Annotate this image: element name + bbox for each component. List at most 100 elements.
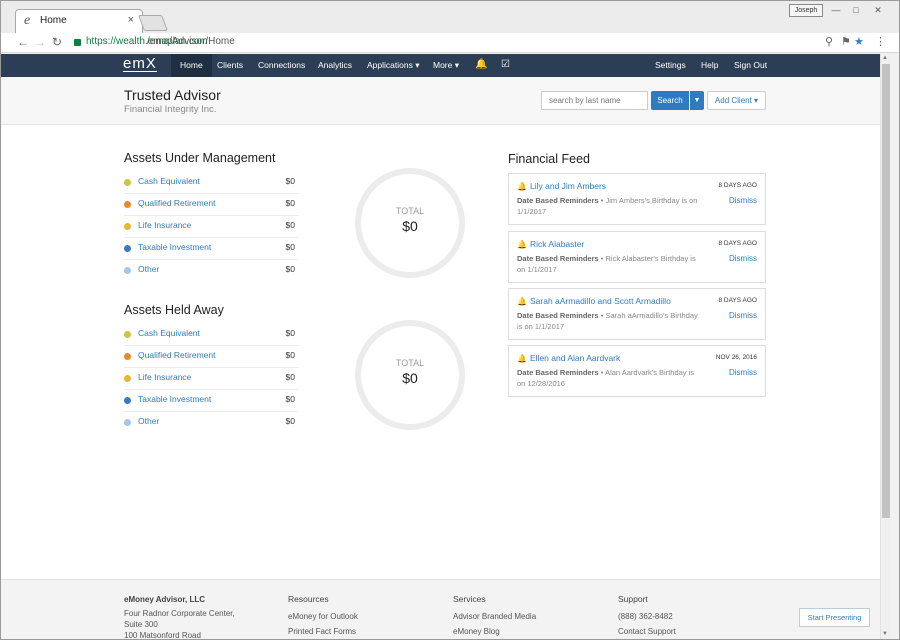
notifications-bell-icon[interactable]: 🔔 — [475, 59, 487, 70]
close-window-icon[interactable]: ✕ — [869, 4, 887, 17]
other-dot-icon — [124, 419, 131, 426]
footer-support: Support (888) 362-8482 Contact Support — [618, 594, 676, 639]
nav-settings[interactable]: Settings — [655, 54, 686, 77]
feed-type: Date Based Reminders — [517, 196, 599, 205]
scrollbar[interactable]: ▲ ▼ — [880, 54, 890, 639]
search-button[interactable]: Search — [651, 91, 689, 110]
away-total-donut: TOTAL $0 — [355, 320, 465, 430]
page-title: Trusted Advisor — [124, 87, 221, 103]
away-row-taxable: Taxable Investment $0 — [124, 390, 299, 412]
scroll-up-icon[interactable]: ▲ — [882, 55, 888, 61]
away-row-retirement: Qualified Retirement $0 — [124, 346, 299, 368]
new-tab-button[interactable] — [138, 15, 168, 31]
feed-message: Date Based Reminders • Sarah aArmadillo'… — [517, 310, 703, 332]
app-navbar: emX Home Clients Connections Analytics A… — [1, 54, 880, 77]
footer-link[interactable]: eMoney for Outlook — [288, 611, 358, 622]
browser-window: e Home × Joseph — □ ✕ ← → ↻ https://weal… — [0, 0, 900, 640]
footer-link[interactable]: Contact Support — [618, 626, 676, 637]
footer-link[interactable]: eMoney Blog — [453, 626, 536, 637]
nav-home[interactable]: Home — [171, 54, 212, 77]
cash-dot-icon — [124, 179, 131, 186]
nav-connections[interactable]: Connections — [258, 54, 305, 77]
back-arrow-icon[interactable]: ← — [17, 35, 29, 49]
feed-type: Date Based Reminders — [517, 311, 599, 320]
feed-card: 🔔 Lily and Jim Ambers 8 DAYS AGO Date Ba… — [508, 173, 766, 225]
dismiss-link[interactable]: Dismiss — [729, 368, 757, 377]
forward-arrow-icon[interactable]: → — [34, 35, 46, 49]
asset-label[interactable]: Other — [138, 264, 159, 274]
asset-value: $0 — [285, 220, 295, 230]
asset-value: $0 — [285, 394, 295, 404]
asset-label[interactable]: Qualified Retirement — [138, 198, 215, 208]
footer-heading: Services — [453, 594, 486, 604]
profile-button[interactable]: Joseph — [789, 4, 823, 17]
support-phone: (888) 362-8482 — [618, 612, 673, 621]
client-search-input[interactable] — [541, 91, 648, 110]
aum-row-other: Other $0 — [124, 260, 299, 282]
menu-dots-icon[interactable]: ⋮ — [875, 35, 886, 48]
asset-label[interactable]: Taxable Investment — [138, 242, 211, 252]
nav-clients[interactable]: Clients — [217, 54, 243, 77]
app-favicon-icon: e — [24, 13, 31, 28]
nav-analytics[interactable]: Analytics — [318, 54, 352, 77]
asset-label[interactable]: Life Insurance — [138, 220, 191, 230]
dismiss-link[interactable]: Dismiss — [729, 196, 757, 205]
feed-client-link[interactable]: Sarah aArmadillo and Scott Armadillo — [530, 296, 671, 306]
lock-icon — [74, 39, 81, 46]
browser-tab-home[interactable]: e Home × — [15, 9, 143, 33]
asset-label[interactable]: Qualified Retirement — [138, 350, 215, 360]
nav-more[interactable]: More ▾ — [433, 54, 459, 77]
taxable-dot-icon — [124, 397, 131, 404]
footer-link[interactable]: Advisor Branded Media — [453, 611, 536, 622]
cash-dot-icon — [124, 331, 131, 338]
nav-applications[interactable]: Applications ▾ — [367, 54, 419, 77]
asset-value: $0 — [285, 372, 295, 382]
asset-label[interactable]: Cash Equivalent — [138, 328, 200, 338]
asset-value: $0 — [285, 416, 295, 426]
asset-label[interactable]: Other — [138, 416, 159, 426]
aum-title: Assets Under Management — [124, 151, 276, 165]
page-subtitle: Financial Integrity Inc. — [124, 104, 217, 115]
search-options-chevron-icon[interactable]: ▼ — [690, 91, 704, 110]
feed-date: NOV 26, 2016 — [715, 354, 757, 361]
asset-label[interactable]: Cash Equivalent — [138, 176, 200, 186]
life-dot-icon — [124, 223, 131, 230]
aum-row-retirement: Qualified Retirement $0 — [124, 194, 299, 216]
feed-client-link[interactable]: Lily and Jim Ambers — [530, 181, 606, 191]
tab-close-icon[interactable]: × — [128, 14, 134, 26]
aum-row-taxable: Taxable Investment $0 — [124, 238, 299, 260]
nav-sign-out[interactable]: Sign Out — [734, 54, 767, 77]
footer-heading: Support — [618, 594, 648, 604]
nav-help[interactable]: Help — [701, 54, 718, 77]
feed-message: Date Based Reminders • Jim Ambers's Birt… — [517, 195, 703, 217]
add-client-button[interactable]: Add Client ▾ — [707, 91, 766, 110]
maximize-icon[interactable]: □ — [847, 4, 865, 17]
emx-logo[interactable]: emX — [123, 56, 157, 72]
feed-client-link[interactable]: Ellen and Alan Aardvark — [530, 353, 620, 363]
dismiss-link[interactable]: Dismiss — [729, 311, 757, 320]
reload-icon[interactable]: ↻ — [52, 35, 62, 49]
feed-client-link[interactable]: Rick Alabaster — [530, 239, 584, 249]
asset-label[interactable]: Taxable Investment — [138, 394, 211, 404]
footer-heading: Resources — [288, 594, 329, 604]
asset-label[interactable]: Life Insurance — [138, 372, 191, 382]
total-value: $0 — [402, 218, 418, 234]
footer-link[interactable]: Printed Fact Forms — [288, 626, 358, 637]
total-label: TOTAL — [395, 358, 425, 368]
total-value: $0 — [402, 370, 418, 386]
start-presenting-button[interactable]: Start Presenting — [799, 608, 870, 627]
zoom-icon[interactable]: ⚲ — [825, 35, 833, 48]
footer-services: Services Advisor Branded Media eMoney Bl… — [453, 594, 536, 639]
tasks-checkbox-icon[interactable]: ☑ — [501, 59, 510, 70]
scroll-thumb[interactable] — [882, 64, 890, 518]
asset-value: $0 — [285, 242, 295, 252]
minimize-icon[interactable]: — — [827, 4, 845, 17]
company-address-line: 100 Matsonford Road — [124, 631, 201, 640]
scroll-down-icon[interactable]: ▼ — [882, 631, 888, 637]
bookmark-star-icon[interactable]: ★ — [854, 35, 864, 48]
extension-icon[interactable]: ⚑ — [841, 35, 851, 48]
away-row-other: Other $0 — [124, 412, 299, 434]
dismiss-link[interactable]: Dismiss — [729, 254, 757, 263]
feed-date: 8 DAYS AGO — [718, 297, 757, 304]
url-path[interactable]: /ema/Advisor/Home — [147, 36, 235, 47]
